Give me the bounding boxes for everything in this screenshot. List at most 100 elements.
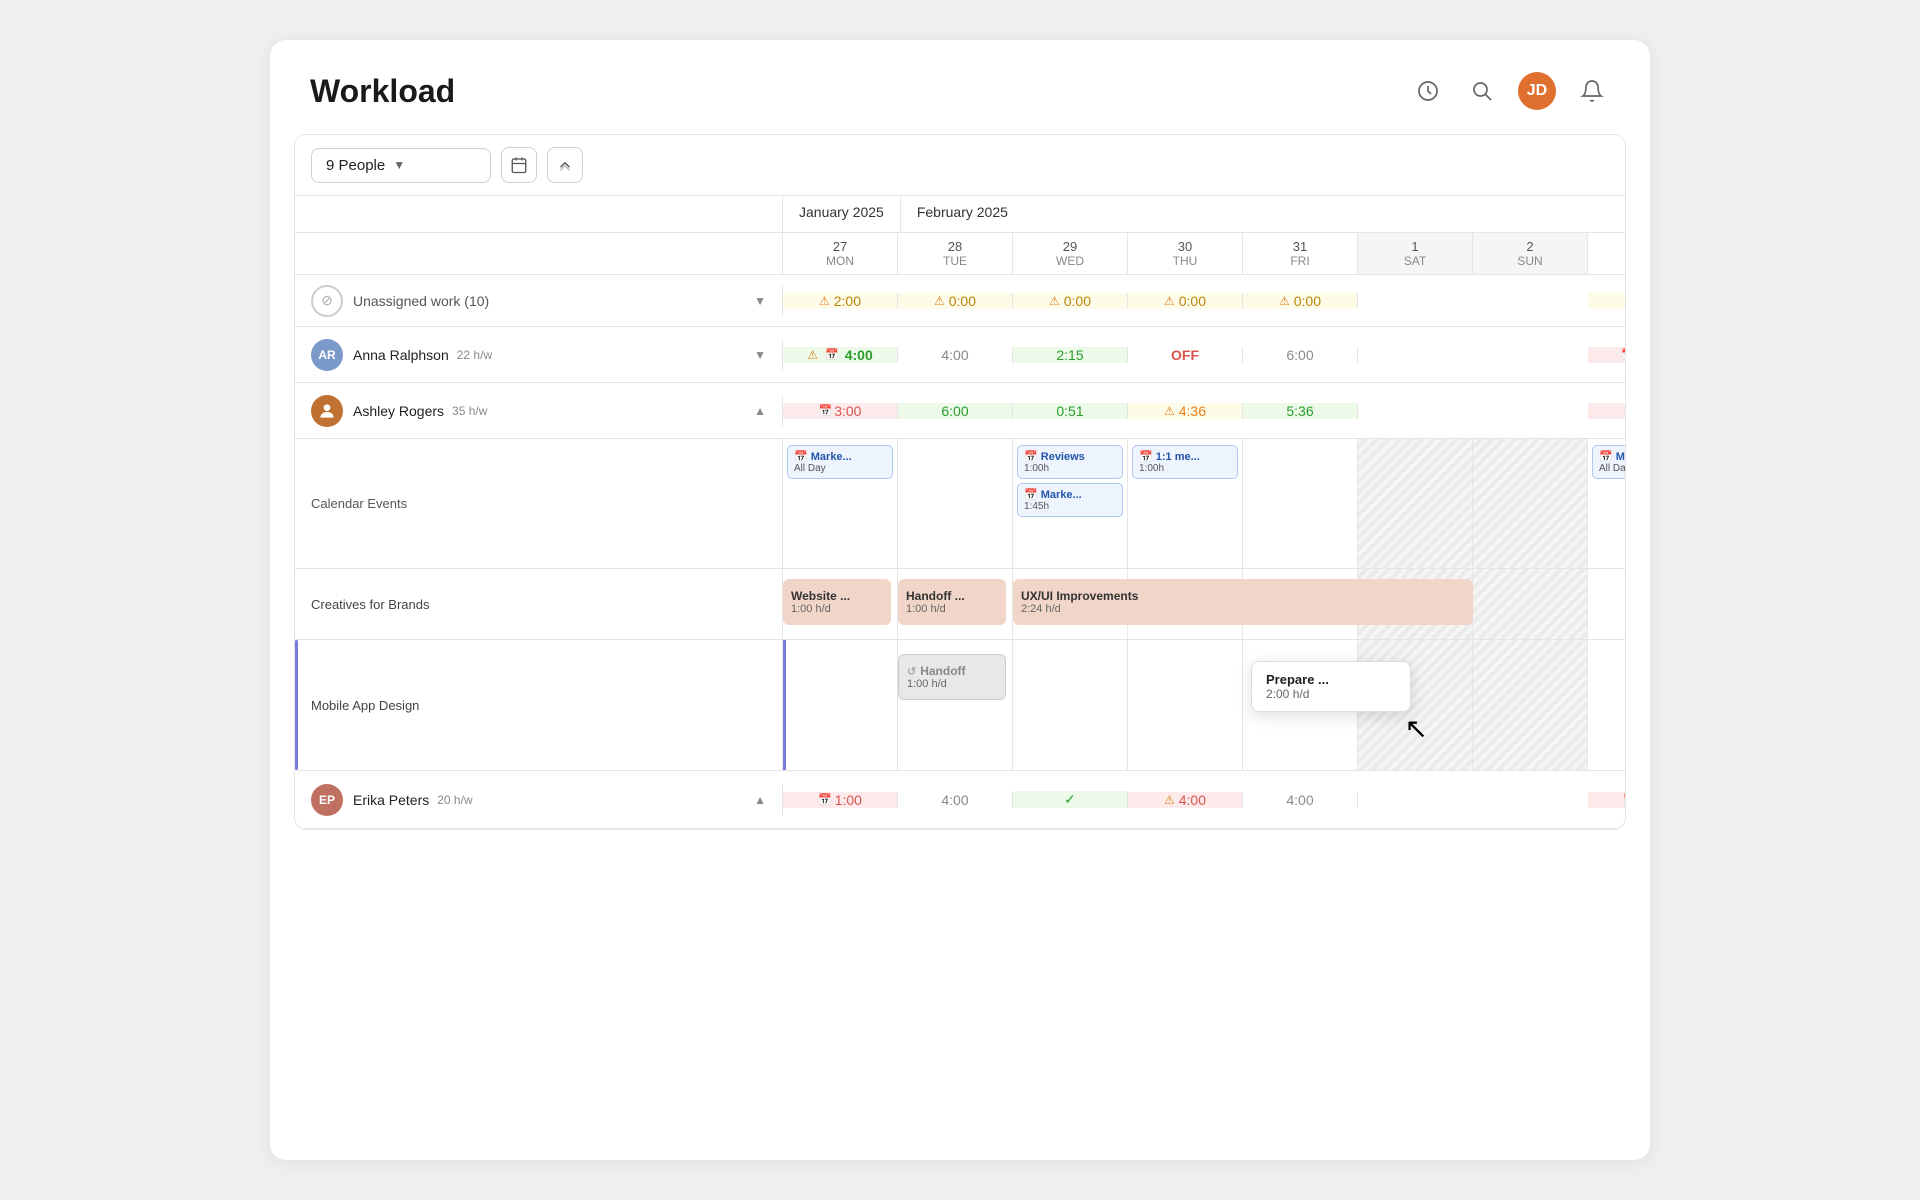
anna-mon2: 📅3:44 bbox=[1588, 347, 1626, 363]
creatives-label: Creatives for Brands bbox=[311, 597, 430, 612]
day-feb1: 1SAT bbox=[1358, 233, 1473, 274]
anna-tue: 4:00 bbox=[898, 347, 1013, 363]
unassigned-tue: ⚠0:00 bbox=[898, 293, 1013, 309]
january-label: January 2025 bbox=[783, 196, 900, 228]
sidebar-month-spacer bbox=[295, 196, 783, 232]
ashley-wed: 0:51 bbox=[1013, 403, 1128, 419]
creatives-mon: Website ... 1:00 h/d bbox=[783, 569, 898, 639]
ashley-mon: 📅3:00 bbox=[783, 403, 898, 419]
mobile-thu bbox=[1128, 640, 1243, 770]
anna-row: AR Anna Ralphson 22 h/w ▼ ⚠📅4:00 4:00 2:… bbox=[295, 327, 1625, 383]
erika-fri: 4:00 bbox=[1243, 792, 1358, 808]
erika-thu: ⚠4:00 bbox=[1128, 792, 1243, 808]
erika-mon: 📅1:00 bbox=[783, 792, 898, 808]
calendar-events-label: Calendar Events bbox=[311, 496, 407, 511]
creatives-sun bbox=[1473, 569, 1588, 639]
mobile-tue: ↺Handoff 1:00 h/d bbox=[898, 640, 1013, 770]
mobile-wed bbox=[1013, 640, 1128, 770]
ashley-fri: 5:36 bbox=[1243, 403, 1358, 419]
cal-events-wed: 📅 Reviews 1:00h 📅 Marke... 1:45h bbox=[1013, 439, 1128, 568]
creatives-mon2 bbox=[1588, 569, 1626, 639]
creatives-row: Creatives for Brands Website ... 1:00 h/… bbox=[295, 569, 1625, 640]
creatives-tue: Handoff ... 1:00 h/d bbox=[898, 569, 1013, 639]
ux-ui-bar[interactable]: UX/UI Improvements 2:24 h/d bbox=[1013, 579, 1473, 625]
people-filter[interactable]: 9 People ▼ bbox=[311, 148, 491, 183]
unassigned-thu: ⚠0:00 bbox=[1128, 293, 1243, 309]
anna-avatar: AR bbox=[311, 339, 343, 371]
erika-hours: 20 h/w bbox=[437, 793, 472, 807]
ashley-avatar bbox=[311, 395, 343, 427]
ashley-collapse-icon[interactable]: ▲ bbox=[754, 404, 766, 418]
mobile-fri: Prepare ... 2:00 h/d ↖ bbox=[1243, 640, 1358, 770]
erika-wed: ✓ bbox=[1013, 791, 1128, 808]
day-27: 27MON bbox=[783, 233, 898, 274]
mobile-handoff-bar[interactable]: ↺Handoff 1:00 h/d bbox=[898, 654, 1006, 700]
mobile-sun bbox=[1473, 640, 1588, 770]
mobile-mon2 bbox=[1588, 640, 1626, 770]
day-feb3: 3MON bbox=[1588, 233, 1626, 274]
mobile-mon bbox=[783, 640, 898, 770]
anna-fri: 6:00 bbox=[1243, 347, 1358, 363]
reviews-event[interactable]: 📅 Reviews 1:00h bbox=[1017, 445, 1123, 479]
unassigned-mon2: ⚠0:00 bbox=[1588, 293, 1626, 309]
mobile-row: Mobile App Design ↺Handoff 1:00 h/d bbox=[295, 640, 1625, 771]
marke-event-wed[interactable]: 📅 Marke... 1:45h bbox=[1017, 483, 1123, 517]
onemeet-event[interactable]: 📅 1:1 me... 1:00h bbox=[1132, 445, 1238, 479]
marke-event-mon2[interactable]: 📅 Marke... All Day bbox=[1592, 445, 1626, 479]
anna-expand-icon[interactable]: ▼ bbox=[754, 348, 766, 362]
ashley-sidebar: Ashley Rogers 35 h/w ▲ bbox=[295, 395, 783, 427]
creatives-sidebar: Creatives for Brands bbox=[295, 569, 783, 639]
website-bar[interactable]: Website ... 1:00 h/d bbox=[783, 579, 891, 625]
calendar-events-row: Calendar Events 📅 Marke... All Day 📅 Rev… bbox=[295, 439, 1625, 569]
prepare-popup[interactable]: Prepare ... 2:00 h/d ↖ bbox=[1251, 661, 1411, 712]
sort-button[interactable] bbox=[547, 147, 583, 183]
cal-events-mon: 📅 Marke... All Day bbox=[783, 439, 898, 568]
calendar-button[interactable] bbox=[501, 147, 537, 183]
day-31: 31FRI bbox=[1243, 233, 1358, 274]
handoff-bar[interactable]: Handoff ... 1:00 h/d bbox=[898, 579, 1006, 625]
unassigned-wed: ⚠0:00 bbox=[1013, 293, 1128, 309]
user-avatar[interactable]: JD bbox=[1518, 72, 1556, 110]
erika-tue: 4:00 bbox=[898, 792, 1013, 808]
ashley-hours: 35 h/w bbox=[452, 404, 487, 418]
ashley-mon2: 📅1:36 bbox=[1588, 403, 1626, 419]
bell-icon[interactable] bbox=[1574, 73, 1610, 109]
anna-wed: 2:15 bbox=[1013, 347, 1128, 363]
page-title: Workload bbox=[310, 73, 455, 110]
cal-events-sun bbox=[1473, 439, 1588, 568]
search-icon[interactable] bbox=[1464, 73, 1500, 109]
unassigned-mon: ⚠2:00 bbox=[783, 293, 898, 309]
header: Workload JD bbox=[270, 40, 1650, 126]
ashley-name: Ashley Rogers bbox=[353, 403, 444, 419]
mobile-day-cells: ↺Handoff 1:00 h/d Prepare ... bbox=[783, 640, 1626, 770]
marke-event-mon[interactable]: 📅 Marke... All Day bbox=[787, 445, 893, 479]
ashley-row: Ashley Rogers 35 h/w ▲ 📅3:00 6:00 0:51 ⚠… bbox=[295, 383, 1625, 439]
erika-mon2: 📅3:00 bbox=[1588, 792, 1626, 808]
mobile-vertical-indicator bbox=[783, 640, 786, 770]
anna-mon: ⚠📅4:00 bbox=[783, 347, 898, 363]
anna-hours: 22 h/w bbox=[457, 348, 492, 362]
erika-collapse-icon[interactable]: ▲ bbox=[754, 793, 766, 807]
workload-grid: 9 People ▼ January 2025 February 2 bbox=[294, 134, 1626, 830]
ashley-tue: 6:00 bbox=[898, 403, 1013, 419]
day-feb2: 2SUN bbox=[1473, 233, 1588, 274]
unassigned-label: Unassigned work (10) bbox=[353, 293, 489, 309]
calendar-events-sidebar: Calendar Events bbox=[295, 439, 783, 568]
toolbar-row: 9 People ▼ bbox=[295, 135, 1625, 196]
erika-sidebar: EP Erika Peters 20 h/w ▲ bbox=[295, 784, 783, 816]
chevron-down-icon: ▼ bbox=[393, 158, 405, 172]
unassigned-chevron-icon[interactable]: ▼ bbox=[754, 294, 766, 308]
cal-events-sat bbox=[1358, 439, 1473, 568]
vertical-line bbox=[295, 640, 298, 770]
unassigned-row: ⊘ Unassigned work (10) ▼ ⚠2:00 ⚠0:00 ⚠0:… bbox=[295, 275, 1625, 327]
creatives-day-cells: Website ... 1:00 h/d Handoff ... 1:00 h/… bbox=[783, 569, 1626, 639]
prepare-title: Prepare ... bbox=[1266, 672, 1396, 687]
mobile-label: Mobile App Design bbox=[311, 698, 419, 713]
unassigned-icon: ⊘ bbox=[311, 285, 343, 317]
clock-icon[interactable] bbox=[1410, 73, 1446, 109]
sidebar-day-spacer bbox=[295, 233, 783, 274]
february-header: February 2025 bbox=[901, 196, 1024, 232]
prepare-time: 2:00 h/d bbox=[1266, 687, 1396, 701]
header-icons: JD bbox=[1410, 72, 1610, 110]
day-30: 30THU bbox=[1128, 233, 1243, 274]
